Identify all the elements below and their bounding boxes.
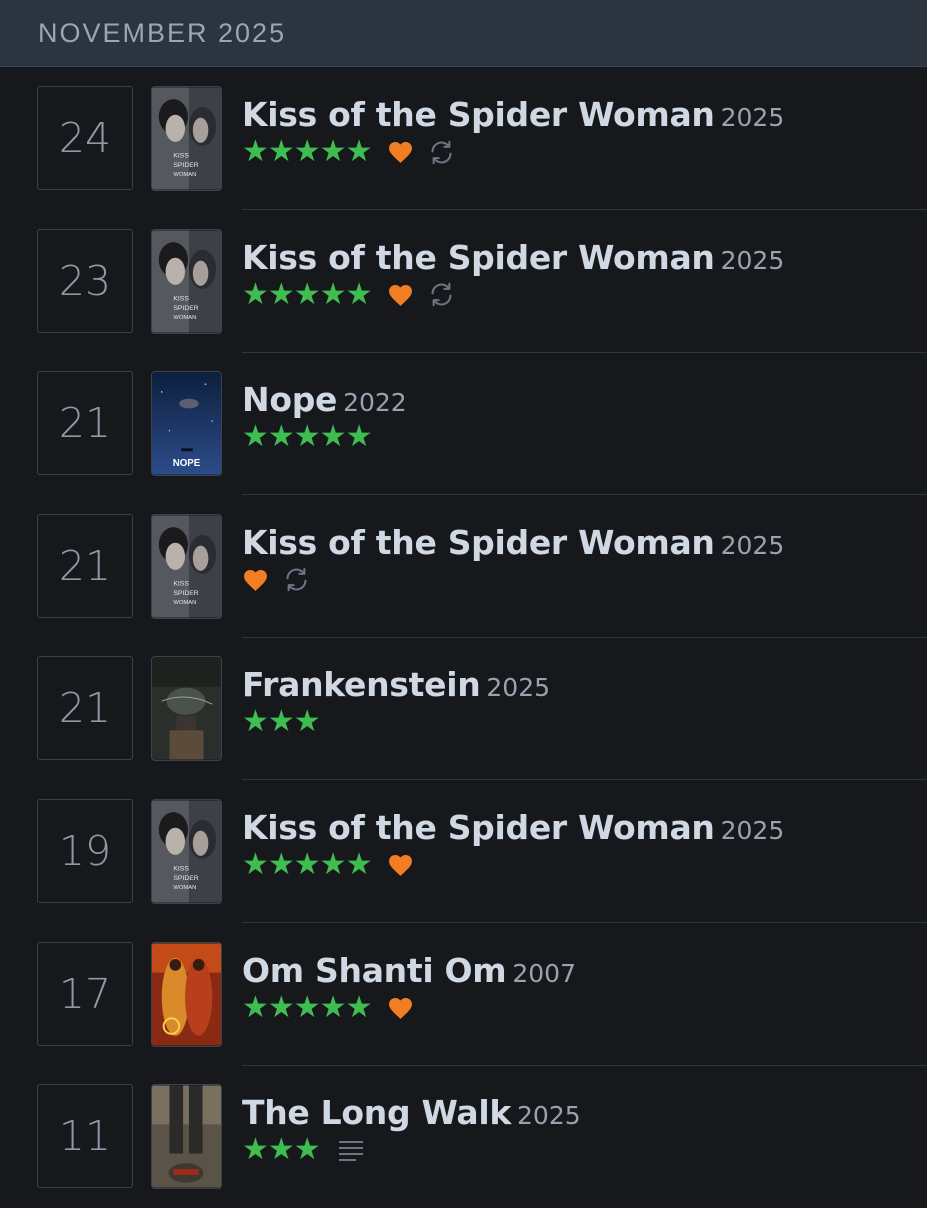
entry-meta: ★★★★★ (242, 419, 372, 455)
diary-entry[interactable]: 24 KISS SPIDER WOMAN Kiss of the Spider … (0, 67, 927, 210)
star-rating: ★★★ (242, 1132, 321, 1168)
heart-icon (387, 140, 414, 164)
heart-icon (387, 853, 414, 877)
diary-entry[interactable]: 21 NOPE Nope 2022 ★★★★★ (0, 352, 927, 496)
long-walk-poster[interactable] (151, 1084, 222, 1190)
svg-text:KISS: KISS (173, 295, 189, 302)
svg-text:KISS: KISS (173, 152, 189, 159)
spider-woman-poster[interactable]: KISS SPIDER WOMAN (151, 86, 222, 191)
film-title[interactable]: Kiss of the Spider Woman (242, 808, 715, 847)
heart-icon (242, 568, 269, 592)
film-title[interactable]: Kiss of the Spider Woman (242, 95, 715, 134)
film-title[interactable]: Kiss of the Spider Woman (242, 523, 715, 562)
film-year[interactable]: 2025 (721, 103, 785, 132)
star-rating: ★★★ (242, 704, 321, 740)
film-title[interactable]: Frankenstein (242, 665, 481, 704)
entry-meta: ★★★ (242, 704, 321, 740)
svg-text:SPIDER: SPIDER (173, 875, 198, 882)
film-year[interactable]: 2025 (721, 246, 785, 275)
month-title: NOVEMBER 2025 (38, 18, 287, 48)
svg-text:WOMAN: WOMAN (173, 172, 196, 178)
day-number: 21 (58, 684, 112, 733)
star-rating: ★★★★★ (242, 847, 372, 882)
day-number: 11 (58, 1112, 112, 1161)
spider-woman-poster[interactable]: KISS SPIDER WOMAN (151, 513, 222, 619)
day-number: 24 (58, 114, 112, 162)
entry-meta: ★★★★★ (242, 137, 455, 167)
star-rating: ★★★★★ (242, 989, 372, 1025)
nope-poster[interactable]: NOPE (151, 371, 222, 477)
film-year[interactable]: 2025 (721, 531, 785, 560)
film-title-line: Kiss of the Spider Woman 2025 (242, 808, 784, 847)
heart-icon (387, 996, 414, 1020)
film-title-line: Nope 2022 (242, 380, 407, 419)
day-number: 23 (58, 256, 112, 305)
svg-text:SPIDER: SPIDER (173, 590, 198, 597)
film-title-line: Frankenstein 2025 (242, 665, 550, 704)
day-box[interactable]: 11 (37, 1084, 133, 1189)
star-rating: ★★★★★ (242, 419, 372, 455)
heart-icon (387, 283, 414, 307)
film-title-line: The Long Walk 2025 (242, 1093, 581, 1132)
diary-entry[interactable]: 23 KISS SPIDER WOMAN Kiss of the Spider … (0, 210, 927, 353)
svg-text:KISS: KISS (173, 580, 189, 587)
day-box[interactable]: 21 (37, 513, 133, 618)
film-title[interactable]: Nope (242, 380, 337, 419)
frankenstein-poster[interactable] (151, 656, 222, 762)
diary-entry[interactable]: 21 KISS SPIDER WOMAN Kiss of the Spider … (0, 495, 927, 638)
film-title-line: Kiss of the Spider Woman 2025 (242, 95, 784, 134)
film-title[interactable]: Kiss of the Spider Woman (242, 238, 715, 277)
film-title-line: Om Shanti Om 2007 (242, 951, 576, 990)
svg-text:WOMAN: WOMAN (173, 885, 196, 891)
review-icon[interactable] (338, 1139, 364, 1162)
svg-text:WOMAN: WOMAN (173, 600, 196, 606)
svg-text:SPIDER: SPIDER (173, 305, 198, 312)
entry-meta: ★★★ (242, 1135, 364, 1165)
film-year[interactable]: 2022 (343, 388, 407, 417)
film-title[interactable]: The Long Walk (242, 1093, 511, 1132)
day-number: 19 (58, 827, 112, 875)
om-shanti-om-poster[interactable] (151, 941, 222, 1047)
day-box[interactable]: 21 (37, 371, 133, 476)
day-box[interactable]: 21 (37, 656, 133, 761)
film-year[interactable]: 2025 (517, 1101, 581, 1130)
entry-meta (242, 565, 310, 595)
film-year[interactable]: 2007 (512, 959, 576, 988)
entry-meta: ★★★★★ (242, 989, 414, 1025)
day-box[interactable]: 23 (37, 228, 133, 333)
film-title[interactable]: Om Shanti Om (242, 951, 507, 990)
day-box[interactable]: 19 (37, 799, 133, 903)
entry-meta: ★★★★★ (242, 276, 455, 312)
film-year[interactable]: 2025 (486, 673, 550, 702)
film-title-line: Kiss of the Spider Woman 2025 (242, 523, 784, 562)
svg-text:NOPE: NOPE (173, 458, 201, 469)
day-box[interactable]: 24 (37, 86, 133, 190)
diary-entry[interactable]: 17 Om Shanti Om 2007 ★★★★★ (0, 923, 927, 1066)
svg-text:SPIDER: SPIDER (173, 162, 198, 169)
star-rating: ★★★★★ (242, 134, 372, 169)
rewatch-icon (428, 281, 455, 308)
month-header: NOVEMBER 2025 (0, 0, 927, 67)
diary-entry[interactable]: 21 Frankenstein 2025 ★★★ (0, 637, 927, 781)
day-number: 21 (58, 541, 112, 590)
diary-entry[interactable]: 11 The Long Walk 2025 ★★★ (0, 1065, 927, 1208)
svg-text:WOMAN: WOMAN (173, 315, 196, 321)
film-title-line: Kiss of the Spider Woman 2025 (242, 238, 784, 277)
spider-woman-poster[interactable]: KISS SPIDER WOMAN (151, 228, 222, 334)
diary-entry[interactable]: 19 KISS SPIDER WOMAN Kiss of the Spider … (0, 780, 927, 923)
day-box[interactable]: 17 (37, 941, 133, 1046)
svg-text:KISS: KISS (173, 865, 189, 872)
star-rating: ★★★★★ (242, 276, 372, 312)
spider-woman-poster[interactable]: KISS SPIDER WOMAN (151, 799, 222, 904)
film-year[interactable]: 2025 (721, 816, 785, 845)
entry-meta: ★★★★★ (242, 850, 414, 880)
day-number: 21 (58, 399, 112, 448)
rewatch-icon (283, 566, 310, 593)
day-number: 17 (58, 969, 112, 1018)
rewatch-icon (428, 139, 455, 166)
